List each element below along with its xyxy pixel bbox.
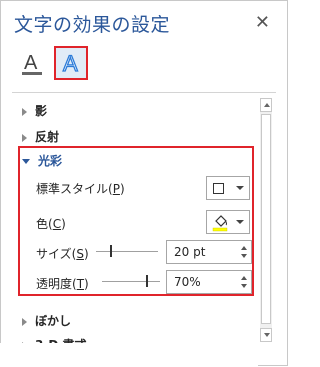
slider-thumb[interactable] <box>110 245 112 257</box>
expand-arrow-icon <box>22 107 27 116</box>
slider-thumb[interactable] <box>146 275 148 287</box>
chevron-down-icon <box>236 220 244 224</box>
chevron-down-icon <box>236 186 244 190</box>
vertical-scrollbar[interactable] <box>260 98 272 342</box>
tab-separator <box>12 92 276 93</box>
text-fill-outline-tab[interactable]: A <box>16 46 50 80</box>
glow-color-picker[interactable] <box>206 210 250 234</box>
glow-size-value[interactable]: 20 pt <box>174 245 205 259</box>
glow-size-slider[interactable] <box>96 245 158 257</box>
glow-color-label: 色(C) <box>36 217 66 231</box>
glow-transparency-label: 透明度(T) <box>36 277 89 291</box>
preset-swatch-icon <box>213 182 224 194</box>
close-icon[interactable]: ✕ <box>255 12 270 33</box>
text-effects-tab[interactable]: A <box>54 46 88 80</box>
scroll-up-icon[interactable] <box>260 98 272 112</box>
glow-size-label: サイズ(S) <box>36 247 89 261</box>
svg-text:A: A <box>63 51 78 76</box>
section-label: ぼかし <box>35 314 72 328</box>
text-effects-icon: A <box>62 50 78 76</box>
text-fill-icon: A <box>22 52 42 75</box>
svg-text:A: A <box>24 52 38 74</box>
spin-down-icon[interactable] <box>241 254 247 258</box>
expand-arrow-icon <box>22 133 27 142</box>
expand-arrow-icon <box>22 317 27 326</box>
section-label: 影 <box>35 104 48 118</box>
scroll-thumb[interactable] <box>261 114 271 324</box>
glow-transparency-value[interactable]: 70% <box>174 275 201 289</box>
section-label: 光彩 <box>38 154 63 168</box>
spin-up-icon[interactable] <box>241 246 247 250</box>
glow-size-spinner[interactable]: 20 pt <box>166 240 252 264</box>
glow-preset-label: 標準スタイル(P) <box>36 182 125 196</box>
scroll-down-icon[interactable] <box>260 328 272 342</box>
section-glow[interactable]: 光彩 <box>22 152 62 169</box>
pane-title: 文字の効果の設定 <box>14 14 171 36</box>
pane-bottom-cutoff <box>0 343 258 367</box>
collapse-arrow-icon <box>22 159 30 164</box>
glow-preset-picker[interactable] <box>206 176 250 200</box>
paint-bucket-icon <box>212 215 228 232</box>
glow-transparency-spinner[interactable]: 70% <box>166 270 252 294</box>
section-shadow[interactable]: 影 <box>22 102 47 119</box>
glow-transparency-slider[interactable] <box>102 275 160 287</box>
spin-down-icon[interactable] <box>241 284 247 288</box>
section-soft-edges[interactable]: ぼかし <box>22 312 71 329</box>
spin-up-icon[interactable] <box>241 276 247 280</box>
section-label: 反射 <box>35 130 60 144</box>
section-reflection[interactable]: 反射 <box>22 128 59 145</box>
